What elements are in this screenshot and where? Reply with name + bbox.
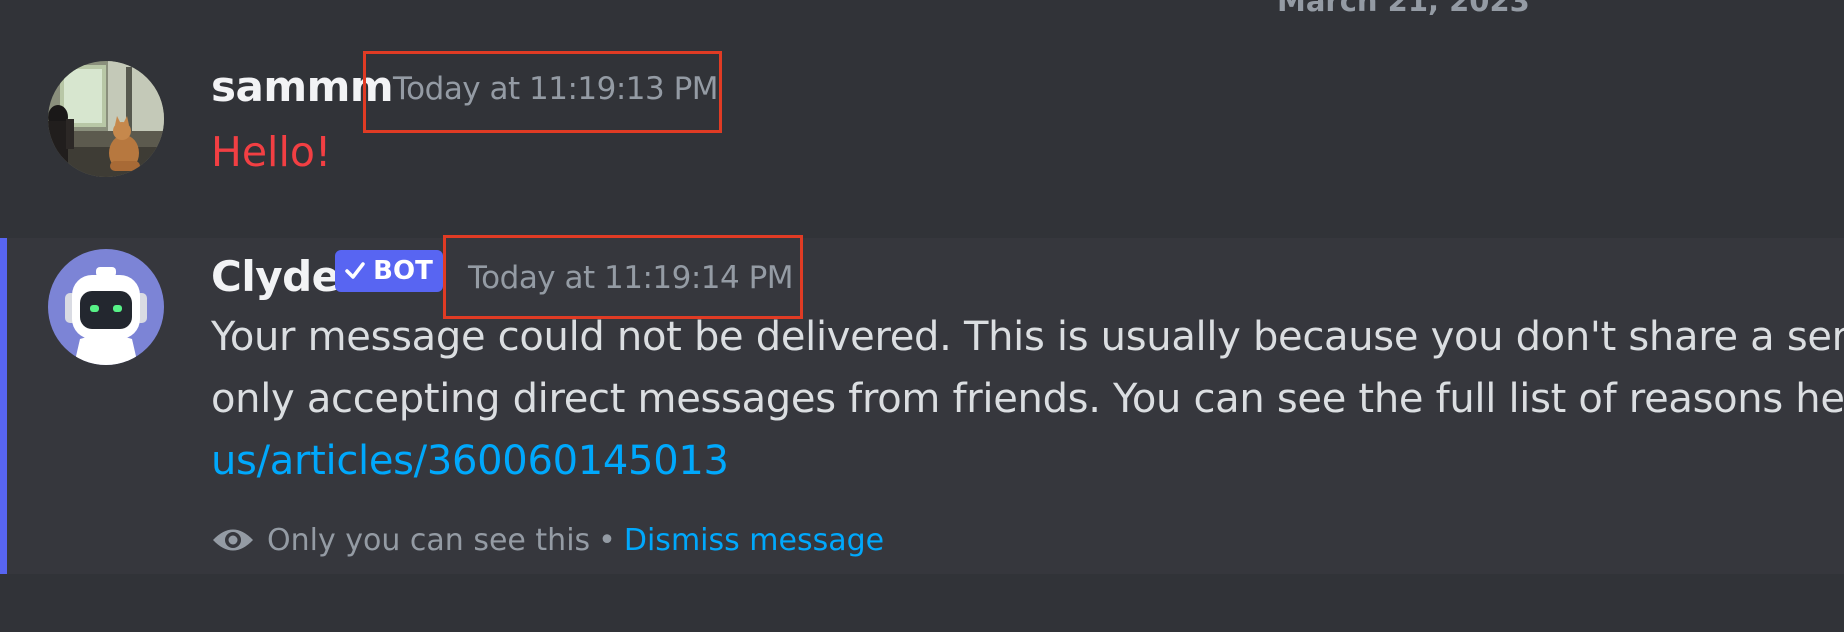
support-article-link[interactable]: us/articles/360060145013 bbox=[211, 438, 729, 484]
bot-message-line-2: only accepting direct messages from frie… bbox=[211, 376, 1844, 422]
eye-icon bbox=[213, 529, 253, 551]
bot-badge: BOT bbox=[335, 250, 443, 292]
timestamp-highlight-box bbox=[363, 51, 722, 133]
user-avatar[interactable] bbox=[48, 61, 164, 177]
clyde-robot-avatar-icon bbox=[48, 249, 164, 365]
bot-badge-label: BOT bbox=[373, 256, 433, 286]
bot-avatar[interactable] bbox=[48, 249, 164, 365]
cat-photo-avatar-icon bbox=[48, 61, 164, 177]
ephemeral-accent-bar bbox=[0, 238, 7, 574]
bot-timestamp-highlight-box bbox=[443, 235, 803, 319]
bot-author-name[interactable]: Clyde bbox=[211, 252, 340, 301]
date-divider: March 21, 2023 bbox=[1277, 0, 1530, 18]
message-text: Hello! bbox=[211, 128, 332, 176]
ephemeral-footer: Only you can see this • Dismiss message bbox=[211, 520, 884, 560]
ephemeral-note: Only you can see this bbox=[267, 522, 591, 558]
checkmark-icon bbox=[345, 262, 365, 279]
dismiss-message-link[interactable]: Dismiss message bbox=[624, 523, 884, 558]
bot-message-line-1: Your message could not be delivered. Thi… bbox=[211, 314, 1844, 360]
separator-dot: • bbox=[598, 522, 616, 558]
